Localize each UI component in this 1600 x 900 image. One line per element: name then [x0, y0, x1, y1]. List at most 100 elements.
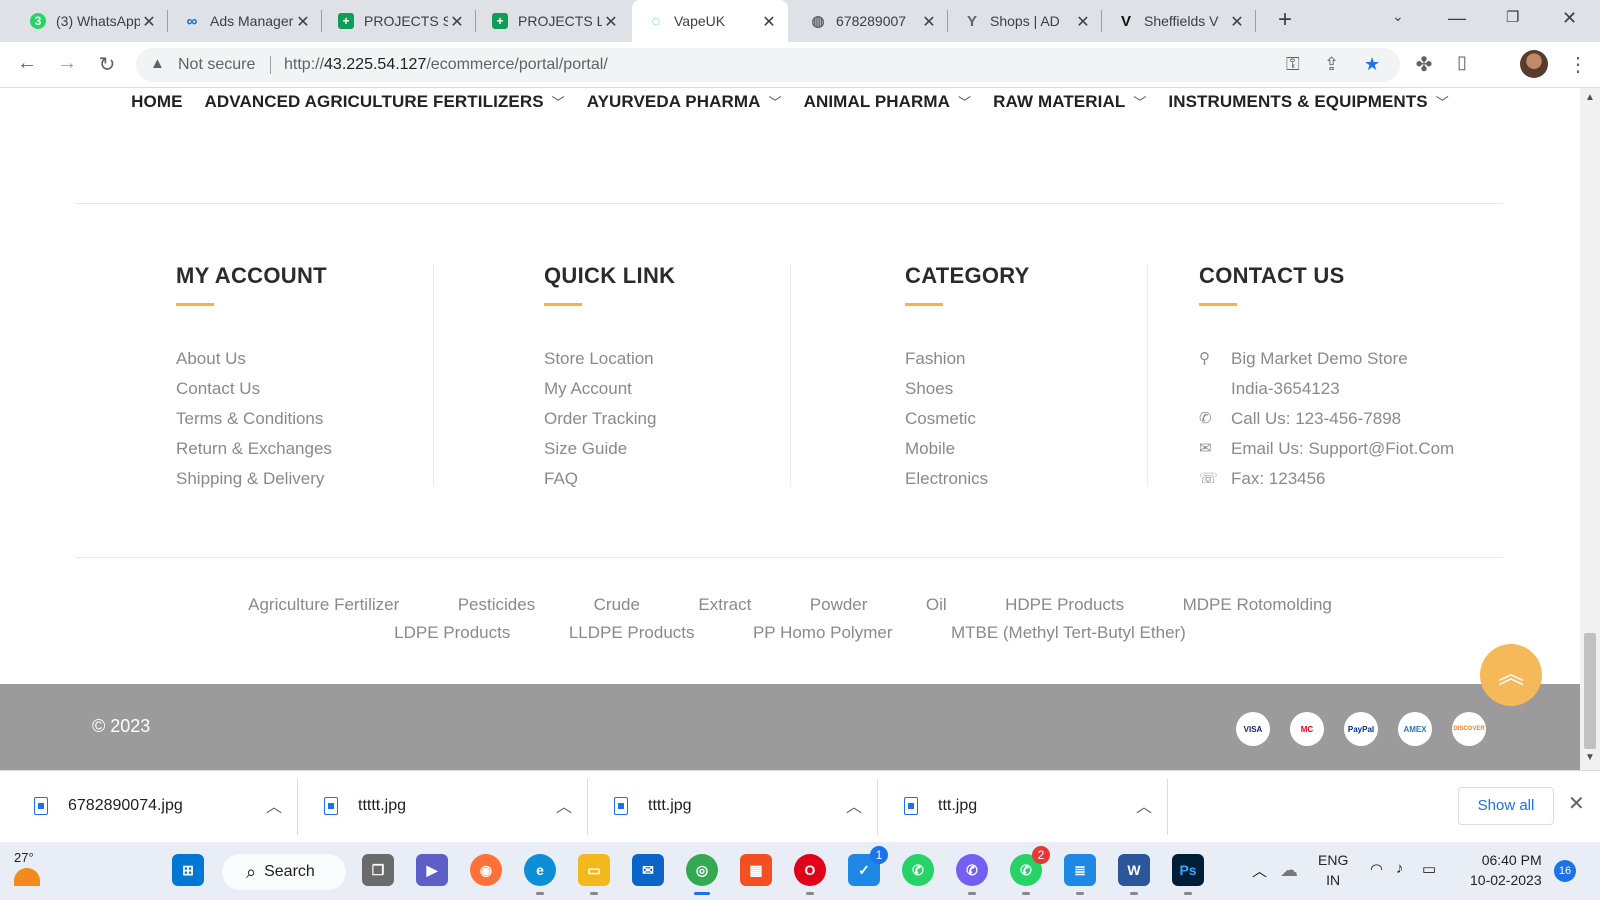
firefox-icon[interactable]: ◉ [470, 854, 502, 886]
tag-link[interactable]: LDPE Products [394, 619, 510, 646]
tag-link[interactable]: MTBE (Methyl Tert-Butyl Ether) [951, 619, 1186, 646]
tab-search-icon[interactable]: ⌄ [1392, 8, 1404, 25]
chevron-up-icon[interactable]: ︿ [1252, 860, 1267, 881]
word-icon[interactable]: W [1118, 854, 1150, 895]
page-scrollbar[interactable]: ▲ ▼ [1580, 88, 1600, 770]
footer-link[interactable]: FAQ [544, 464, 675, 494]
footer-link[interactable]: Terms & Conditions [176, 404, 332, 434]
tag-link[interactable]: PP Homo Polymer [753, 619, 893, 646]
new-tab-icon[interactable]: + [1278, 6, 1292, 34]
close-tab-icon[interactable]: ✕ [448, 12, 466, 32]
close-tab-icon[interactable]: ✕ [1074, 12, 1092, 32]
chevron-up-icon[interactable]: ︿ [1136, 793, 1152, 817]
tab-whatsapp[interactable]: 3 (3) WhatsApp ✕ [14, 0, 168, 42]
close-window-icon[interactable]: ✕ [1562, 8, 1577, 29]
volume-icon[interactable]: ♪ [1396, 860, 1404, 877]
show-all-button[interactable]: Show all [1458, 787, 1554, 825]
mail-icon[interactable]: ✉ [632, 854, 664, 886]
tag-link[interactable]: LLDPE Products [569, 619, 695, 646]
windows-start-icon[interactable]: ⊞ [172, 854, 204, 886]
footer-link[interactable]: Shipping & Delivery [176, 464, 332, 494]
footer-link[interactable]: Store Location [544, 344, 675, 374]
contact-phone[interactable]: ✆ Call Us: 123-456-7898 [1199, 404, 1454, 434]
nav-animal-pharma[interactable]: ANIMAL PHARMA ﹀ [804, 92, 972, 120]
tab-vapeuk[interactable]: ◌ VapeUK ✕ [632, 0, 788, 42]
nav-ayurveda-pharma[interactable]: AYURVEDA PHARMA ﹀ [587, 92, 782, 120]
nav-raw-material[interactable]: RAW MATERIAL ﹀ [993, 92, 1146, 120]
tab-678289007[interactable]: ◍ 678289007 ✕ [794, 0, 948, 42]
nav-advanced-agriculture-fertilizers[interactable]: ADVANCED AGRICULTURE FERTILIZERS ﹀ [205, 92, 565, 120]
tag-link[interactable]: Extract [698, 591, 751, 618]
nav-home[interactable]: HOME [131, 92, 182, 120]
footer-link[interactable]: Return & Exchanges [176, 434, 332, 464]
tab-projects-s[interactable]: + PROJECTS S ✕ [322, 0, 476, 42]
footer-link[interactable]: Electronics [905, 464, 1030, 494]
close-icon[interactable]: ✕ [1568, 791, 1585, 816]
tab-sheffields[interactable]: V Sheffields V ✕ [1102, 0, 1256, 42]
footer-link[interactable]: My Account [544, 374, 675, 404]
chevron-up-icon[interactable]: ︿ [846, 793, 862, 817]
taskbar-search[interactable]: ⌕ Search [222, 854, 346, 890]
footer-link[interactable]: Fashion [905, 344, 1030, 374]
whatsapp-icon[interactable]: ✆ [902, 854, 934, 886]
menu-icon[interactable]: ⋮ [1566, 52, 1590, 77]
back-icon[interactable]: ← [15, 52, 39, 75]
close-tab-icon[interactable]: ✕ [920, 12, 938, 32]
vscode-icon[interactable]: ✓ 1 [848, 846, 888, 886]
reload-icon[interactable]: ↻ [95, 52, 119, 77]
close-tab-icon[interactable]: ✕ [1228, 12, 1246, 32]
footer-link[interactable]: Order Tracking [544, 404, 675, 434]
chevron-up-icon[interactable]: ︿ [556, 793, 572, 817]
footer-link[interactable]: Size Guide [544, 434, 675, 464]
chevron-up-icon[interactable]: ︿ [266, 793, 282, 817]
footer-link[interactable]: Shoes [905, 374, 1030, 404]
tab-shops[interactable]: Y Shops | AD ✕ [948, 0, 1102, 42]
side-panel-icon[interactable]: ▯ [1450, 52, 1474, 73]
edge-icon[interactable]: e [524, 854, 556, 895]
weather-icon[interactable] [14, 868, 40, 886]
close-tab-icon[interactable]: ✕ [760, 12, 778, 32]
scrollbar-thumb[interactable] [1584, 633, 1596, 749]
avatar[interactable] [1520, 50, 1548, 78]
notification-badge[interactable]: 16 [1554, 860, 1576, 882]
download-item[interactable]: 6782890074.jpg ︿ [8, 771, 298, 843]
wifi-icon[interactable]: ◠ [1370, 860, 1383, 878]
scroll-down-icon[interactable]: ▼ [1585, 752, 1595, 763]
share-icon[interactable]: ⇪ [1324, 54, 1339, 75]
restore-icon[interactable]: ❐ [1506, 8, 1519, 26]
minimize-icon[interactable]: — [1448, 8, 1466, 29]
footer-link[interactable]: Mobile [905, 434, 1030, 464]
photoshop-icon[interactable]: Ps [1172, 854, 1204, 895]
whatsapp-business-icon[interactable]: ✆ 2 [1010, 846, 1050, 895]
opera-icon[interactable]: O [794, 854, 826, 895]
address-bar[interactable]: ▲ Not secure http://43.225.54.127/ecomme… [136, 48, 1400, 82]
download-item[interactable]: tttt.jpg ︿ [588, 771, 878, 843]
language-indicator[interactable]: ENG IN [1318, 850, 1348, 890]
cloud-icon[interactable]: ☁ [1280, 860, 1298, 881]
contact-email[interactable]: ✉ Email Us: Support@Fiot.Com [1199, 434, 1454, 464]
close-tab-icon[interactable]: ✕ [602, 12, 620, 32]
teams-chat-icon[interactable]: ▶ [416, 854, 448, 886]
tag-link[interactable]: HDPE Products [1005, 591, 1124, 618]
download-item[interactable]: ttttt.jpg ︿ [298, 771, 588, 843]
footer-link[interactable]: Contact Us [176, 374, 332, 404]
tag-link[interactable]: Pesticides [458, 591, 535, 618]
clock[interactable]: 06:40 PM 10-02-2023 [1470, 850, 1542, 890]
viber-icon[interactable]: ✆ [956, 854, 988, 895]
download-item[interactable]: ttt.jpg ︿ [878, 771, 1168, 843]
warning-icon[interactable]: ▲ [150, 55, 165, 72]
tab-ads-manager[interactable]: ∞ Ads Manager ✕ [168, 0, 322, 42]
file-explorer-icon[interactable]: ▭ [578, 854, 610, 895]
footer-link[interactable]: Cosmetic [905, 404, 1030, 434]
tag-link[interactable]: Oil [926, 591, 947, 618]
security-label[interactable]: Not secure [178, 56, 255, 74]
forward-icon[interactable]: → [55, 52, 79, 75]
footer-link[interactable]: About Us [176, 344, 332, 374]
key-icon[interactable]: ⚿ [1286, 54, 1300, 75]
notepad-icon[interactable]: ≣ [1064, 854, 1096, 895]
store-icon[interactable]: ▦ [740, 854, 772, 886]
weather-temp[interactable]: 27° [14, 850, 34, 865]
tag-link[interactable]: Agriculture Fertilizer [248, 591, 399, 618]
url-text[interactable]: http://43.225.54.127/ecommerce/portal/po… [284, 56, 608, 74]
tab-projects-l[interactable]: + PROJECTS L ✕ [476, 0, 630, 42]
